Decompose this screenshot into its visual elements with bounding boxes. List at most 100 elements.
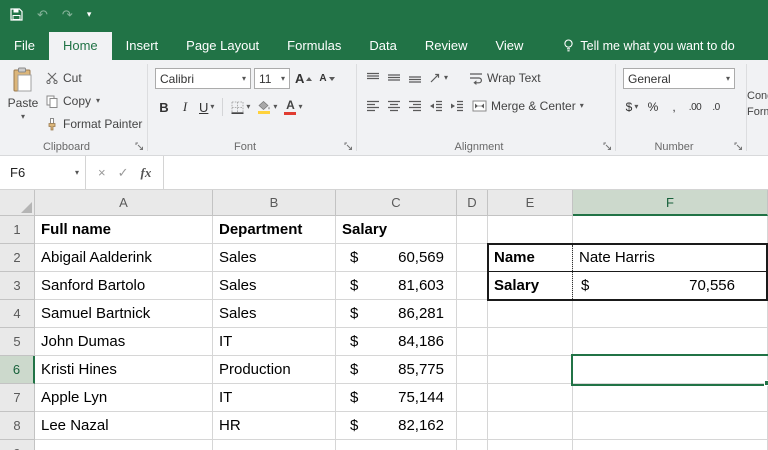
font-dialog-launcher[interactable]	[344, 142, 353, 151]
cell-F7[interactable]	[573, 384, 768, 412]
tab-data[interactable]: Data	[355, 32, 410, 60]
number-dialog-launcher[interactable]	[734, 142, 743, 151]
cell-D9[interactable]	[457, 440, 488, 450]
decrease-indent-button[interactable]	[427, 96, 445, 116]
wrap-text-button[interactable]: Wrap Text	[466, 68, 544, 88]
align-middle-button[interactable]	[385, 68, 403, 88]
row-header-1[interactable]: 1	[0, 216, 35, 244]
tab-insert[interactable]: Insert	[112, 32, 173, 60]
font-color-button[interactable]: A ▾	[282, 97, 304, 117]
cell-F9[interactable]	[573, 440, 768, 450]
percent-style-button[interactable]: %	[644, 97, 662, 117]
cell-A1[interactable]: Full name	[35, 216, 213, 244]
cell-F8[interactable]	[573, 412, 768, 440]
accounting-format-button[interactable]: $ ▾	[623, 97, 641, 117]
cell-C4[interactable]: $86,281	[336, 300, 457, 328]
align-bottom-button[interactable]	[406, 68, 424, 88]
tab-home[interactable]: Home	[48, 32, 112, 60]
cell-D4[interactable]	[457, 300, 488, 328]
bold-button[interactable]: B	[155, 97, 173, 117]
tab-review[interactable]: Review	[411, 32, 482, 60]
comma-style-button[interactable]: ,	[665, 97, 683, 117]
cell-E1[interactable]	[488, 216, 573, 244]
column-header-A[interactable]: A	[35, 190, 213, 216]
align-center-button[interactable]	[385, 96, 403, 116]
column-header-C[interactable]: C	[336, 190, 457, 216]
cell-A2[interactable]: Abigail Aalderink	[35, 244, 213, 272]
column-header-F[interactable]: F	[573, 190, 768, 216]
active-cell-selection[interactable]	[571, 354, 768, 386]
merge-center-button[interactable]: Merge & Center ▾	[469, 96, 587, 116]
cell-E7[interactable]	[488, 384, 573, 412]
cell-A9[interactable]	[35, 440, 213, 450]
cell-C5[interactable]: $84,186	[336, 328, 457, 356]
decrease-font-size-button[interactable]: A	[317, 69, 336, 89]
font-family-select[interactable]: Calibri ▾	[155, 68, 251, 89]
copy-dropdown-caret[interactable]: ▾	[96, 97, 100, 105]
align-top-button[interactable]	[364, 68, 382, 88]
cell-E2[interactable]: Name	[488, 244, 573, 272]
cell-E9[interactable]	[488, 440, 573, 450]
cell-A6[interactable]: Kristi Hines	[35, 356, 213, 384]
cell-B7[interactable]: IT	[213, 384, 336, 412]
tab-view[interactable]: View	[481, 32, 537, 60]
enter-button[interactable]: ✓	[118, 165, 129, 181]
cell-C7[interactable]: $75,144	[336, 384, 457, 412]
save-button[interactable]	[10, 7, 23, 21]
copy-button[interactable]: Copy ▾	[46, 91, 142, 111]
cell-B5[interactable]: IT	[213, 328, 336, 356]
font-size-select[interactable]: 11 ▾	[254, 68, 290, 89]
cell-D2[interactable]	[457, 244, 488, 272]
cell-A4[interactable]: Samuel Bartnick	[35, 300, 213, 328]
select-all-corner[interactable]	[0, 190, 35, 216]
cell-D6[interactable]	[457, 356, 488, 384]
italic-button[interactable]: I	[176, 97, 194, 117]
cell-E3[interactable]: Salary	[488, 272, 573, 300]
cell-C1[interactable]: Salary	[336, 216, 457, 244]
cell-D3[interactable]	[457, 272, 488, 300]
cell-C9[interactable]	[336, 440, 457, 450]
row-header-9[interactable]: 9	[0, 440, 35, 450]
row-header-4[interactable]: 4	[0, 300, 35, 328]
cell-A8[interactable]: Lee Nazal	[35, 412, 213, 440]
cell-E6[interactable]	[488, 356, 573, 384]
number-format-select[interactable]: General ▾	[623, 68, 735, 89]
tab-file[interactable]: File	[0, 32, 49, 60]
cell-F4[interactable]	[573, 300, 768, 328]
align-right-button[interactable]	[406, 96, 424, 116]
row-header-2[interactable]: 2	[0, 244, 35, 272]
increase-indent-button[interactable]	[448, 96, 466, 116]
column-header-B[interactable]: B	[213, 190, 336, 216]
name-box[interactable]: F6 ▾	[0, 156, 86, 189]
redo-button[interactable]: ↷	[62, 8, 73, 21]
cell-D1[interactable]	[457, 216, 488, 244]
insert-function-button[interactable]: fx	[141, 165, 152, 181]
row-header-7[interactable]: 7	[0, 384, 35, 412]
cell-B6[interactable]: Production	[213, 356, 336, 384]
cell-B1[interactable]: Department	[213, 216, 336, 244]
qat-customize-button[interactable]: ▾	[87, 9, 92, 19]
row-header-5[interactable]: 5	[0, 328, 35, 356]
cell-A3[interactable]: Sanford Bartolo	[35, 272, 213, 300]
cell-A5[interactable]: John Dumas	[35, 328, 213, 356]
cell-B9[interactable]	[213, 440, 336, 450]
cell-D8[interactable]	[457, 412, 488, 440]
cell-B4[interactable]: Sales	[213, 300, 336, 328]
name-box-dropdown-caret[interactable]: ▾	[75, 168, 79, 177]
increase-decimal-button[interactable]: .00	[686, 97, 704, 117]
cell-F2[interactable]: Nate Harris	[573, 244, 768, 272]
cell-D5[interactable]	[457, 328, 488, 356]
conditional-formatting-button-clipped[interactable]: Conditional Formatting	[747, 60, 768, 155]
undo-button[interactable]: ↶	[37, 8, 48, 21]
format-painter-button[interactable]: Format Painter	[46, 114, 142, 134]
cell-A7[interactable]: Apple Lyn	[35, 384, 213, 412]
cell-E5[interactable]	[488, 328, 573, 356]
formula-input[interactable]	[164, 156, 768, 189]
clipboard-dialog-launcher[interactable]	[135, 142, 144, 151]
row-header-3[interactable]: 3	[0, 272, 35, 300]
cell-E4[interactable]	[488, 300, 573, 328]
cell-C2[interactable]: $60,569	[336, 244, 457, 272]
column-header-D[interactable]: D	[457, 190, 488, 216]
fill-handle[interactable]	[764, 380, 768, 386]
cell-B8[interactable]: HR	[213, 412, 336, 440]
